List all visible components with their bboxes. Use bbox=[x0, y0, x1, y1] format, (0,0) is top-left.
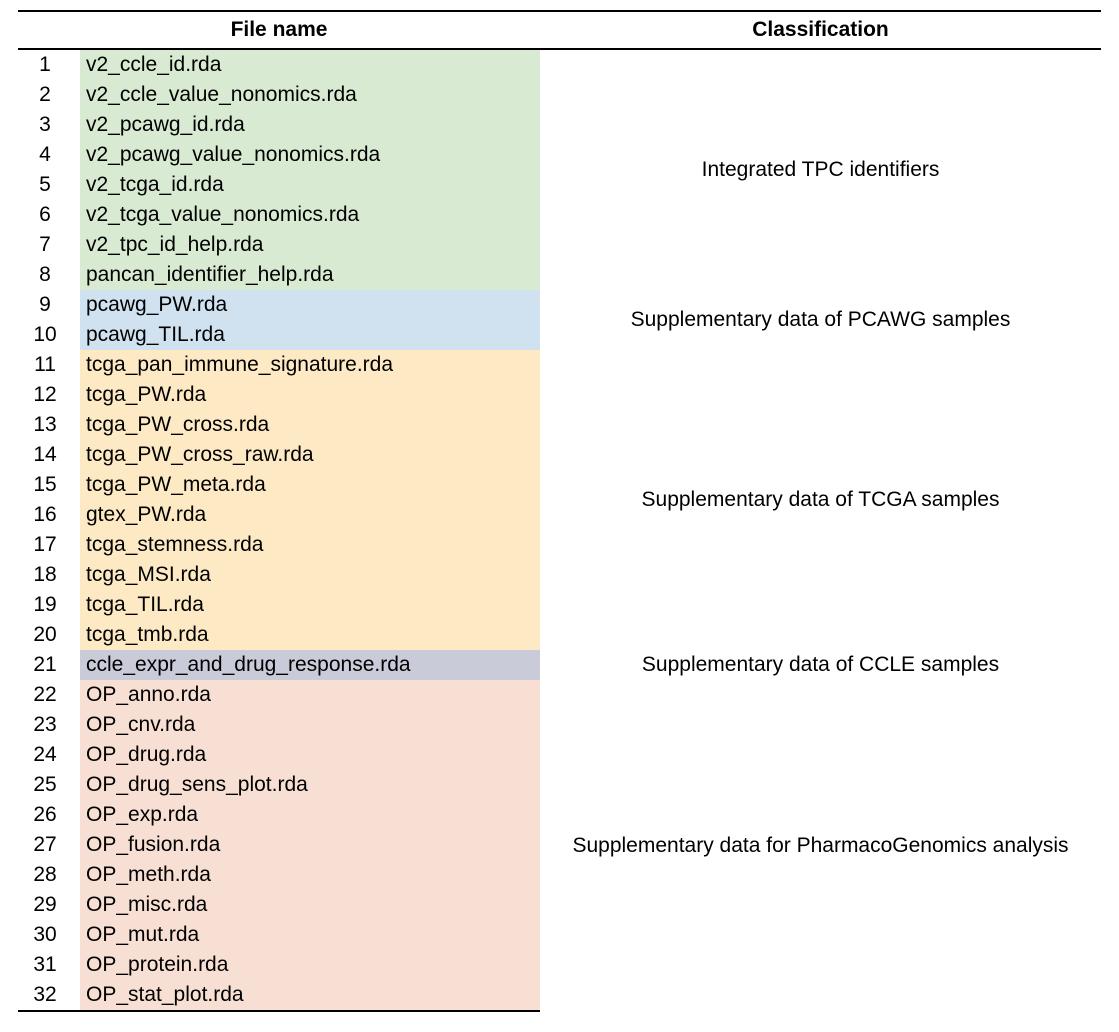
file-name-cell: tcga_pan_immune_signature.rda bbox=[80, 350, 540, 380]
file-name-cell: tcga_TIL.rda bbox=[80, 590, 540, 620]
file-name-cell: OP_drug_sens_plot.rda bbox=[80, 770, 540, 800]
file-name-cell: OP_anno.rda bbox=[80, 680, 540, 710]
row-number: 7 bbox=[18, 230, 80, 260]
classification-cell: Supplementary data of TCGA samples bbox=[540, 350, 1101, 650]
table-row: 22OP_anno.rdaSupplementary data for Phar… bbox=[18, 680, 1101, 710]
row-number: 21 bbox=[18, 650, 80, 680]
row-number: 13 bbox=[18, 410, 80, 440]
row-number: 20 bbox=[18, 620, 80, 650]
file-name-cell: OP_meth.rda bbox=[80, 860, 540, 890]
header-classification: Classification bbox=[540, 11, 1101, 49]
file-name-cell: OP_cnv.rda bbox=[80, 710, 540, 740]
row-number: 29 bbox=[18, 890, 80, 920]
row-number: 16 bbox=[18, 500, 80, 530]
file-name-cell: v2_ccle_id.rda bbox=[80, 49, 540, 80]
header-filename: File name bbox=[18, 11, 540, 49]
row-number: 32 bbox=[18, 980, 80, 1011]
file-name-cell: gtex_PW.rda bbox=[80, 500, 540, 530]
row-number: 10 bbox=[18, 320, 80, 350]
row-number: 11 bbox=[18, 350, 80, 380]
file-name-cell: v2_pcawg_id.rda bbox=[80, 110, 540, 140]
file-name-cell: OP_drug.rda bbox=[80, 740, 540, 770]
file-name-cell: tcga_MSI.rda bbox=[80, 560, 540, 590]
file-name-cell: v2_pcawg_value_nonomics.rda bbox=[80, 140, 540, 170]
row-number: 2 bbox=[18, 80, 80, 110]
row-number: 27 bbox=[18, 830, 80, 860]
table-container: File name Classification 1v2_ccle_id.rda… bbox=[0, 0, 1119, 1032]
file-name-cell: OP_fusion.rda bbox=[80, 830, 540, 860]
file-name-cell: tcga_stemness.rda bbox=[80, 530, 540, 560]
row-number: 4 bbox=[18, 140, 80, 170]
row-number: 14 bbox=[18, 440, 80, 470]
file-name-cell: tcga_PW_meta.rda bbox=[80, 470, 540, 500]
file-name-cell: pcawg_TIL.rda bbox=[80, 320, 540, 350]
file-name-cell: v2_tpc_id_help.rda bbox=[80, 230, 540, 260]
row-number: 1 bbox=[18, 49, 80, 80]
row-number: 19 bbox=[18, 590, 80, 620]
row-number: 31 bbox=[18, 950, 80, 980]
row-number: 8 bbox=[18, 260, 80, 290]
table-row: 11tcga_pan_immune_signature.rdaSupplemen… bbox=[18, 350, 1101, 380]
file-name-cell: tcga_PW.rda bbox=[80, 380, 540, 410]
row-number: 9 bbox=[18, 290, 80, 320]
row-number: 5 bbox=[18, 170, 80, 200]
file-name-cell: pcawg_PW.rda bbox=[80, 290, 540, 320]
classification-cell: Integrated TPC identifiers bbox=[540, 49, 1101, 290]
row-number: 23 bbox=[18, 710, 80, 740]
table-row: 1v2_ccle_id.rdaIntegrated TPC identifier… bbox=[18, 49, 1101, 80]
file-name-cell: OP_exp.rda bbox=[80, 800, 540, 830]
file-name-cell: OP_stat_plot.rda bbox=[80, 980, 540, 1011]
file-classification-table: File name Classification 1v2_ccle_id.rda… bbox=[18, 10, 1101, 1012]
file-name-cell: v2_tcga_id.rda bbox=[80, 170, 540, 200]
row-number: 3 bbox=[18, 110, 80, 140]
table-body: 1v2_ccle_id.rdaIntegrated TPC identifier… bbox=[18, 49, 1101, 1011]
file-name-cell: ccle_expr_and_drug_response.rda bbox=[80, 650, 540, 680]
row-number: 6 bbox=[18, 200, 80, 230]
file-name-cell: tcga_PW_cross.rda bbox=[80, 410, 540, 440]
file-name-cell: v2_tcga_value_nonomics.rda bbox=[80, 200, 540, 230]
row-number: 15 bbox=[18, 470, 80, 500]
row-number: 18 bbox=[18, 560, 80, 590]
row-number: 26 bbox=[18, 800, 80, 830]
row-number: 28 bbox=[18, 860, 80, 890]
file-name-cell: v2_ccle_value_nonomics.rda bbox=[80, 80, 540, 110]
table-row: 9pcawg_PW.rdaSupplementary data of PCAWG… bbox=[18, 290, 1101, 320]
row-number: 22 bbox=[18, 680, 80, 710]
file-name-cell: tcga_tmb.rda bbox=[80, 620, 540, 650]
file-name-cell: OP_protein.rda bbox=[80, 950, 540, 980]
file-name-cell: OP_misc.rda bbox=[80, 890, 540, 920]
file-name-cell: OP_mut.rda bbox=[80, 920, 540, 950]
classification-cell: Supplementary data of PCAWG samples bbox=[540, 290, 1101, 350]
classification-cell: Supplementary data of CCLE samples bbox=[540, 650, 1101, 680]
file-name-cell: tcga_PW_cross_raw.rda bbox=[80, 440, 540, 470]
row-number: 30 bbox=[18, 920, 80, 950]
file-name-cell: pancan_identifier_help.rda bbox=[80, 260, 540, 290]
row-number: 24 bbox=[18, 740, 80, 770]
row-number: 17 bbox=[18, 530, 80, 560]
table-header-row: File name Classification bbox=[18, 11, 1101, 49]
row-number: 25 bbox=[18, 770, 80, 800]
classification-cell: Supplementary data for PharmacoGenomics … bbox=[540, 680, 1101, 1011]
row-number: 12 bbox=[18, 380, 80, 410]
table-row: 21ccle_expr_and_drug_response.rdaSupplem… bbox=[18, 650, 1101, 680]
